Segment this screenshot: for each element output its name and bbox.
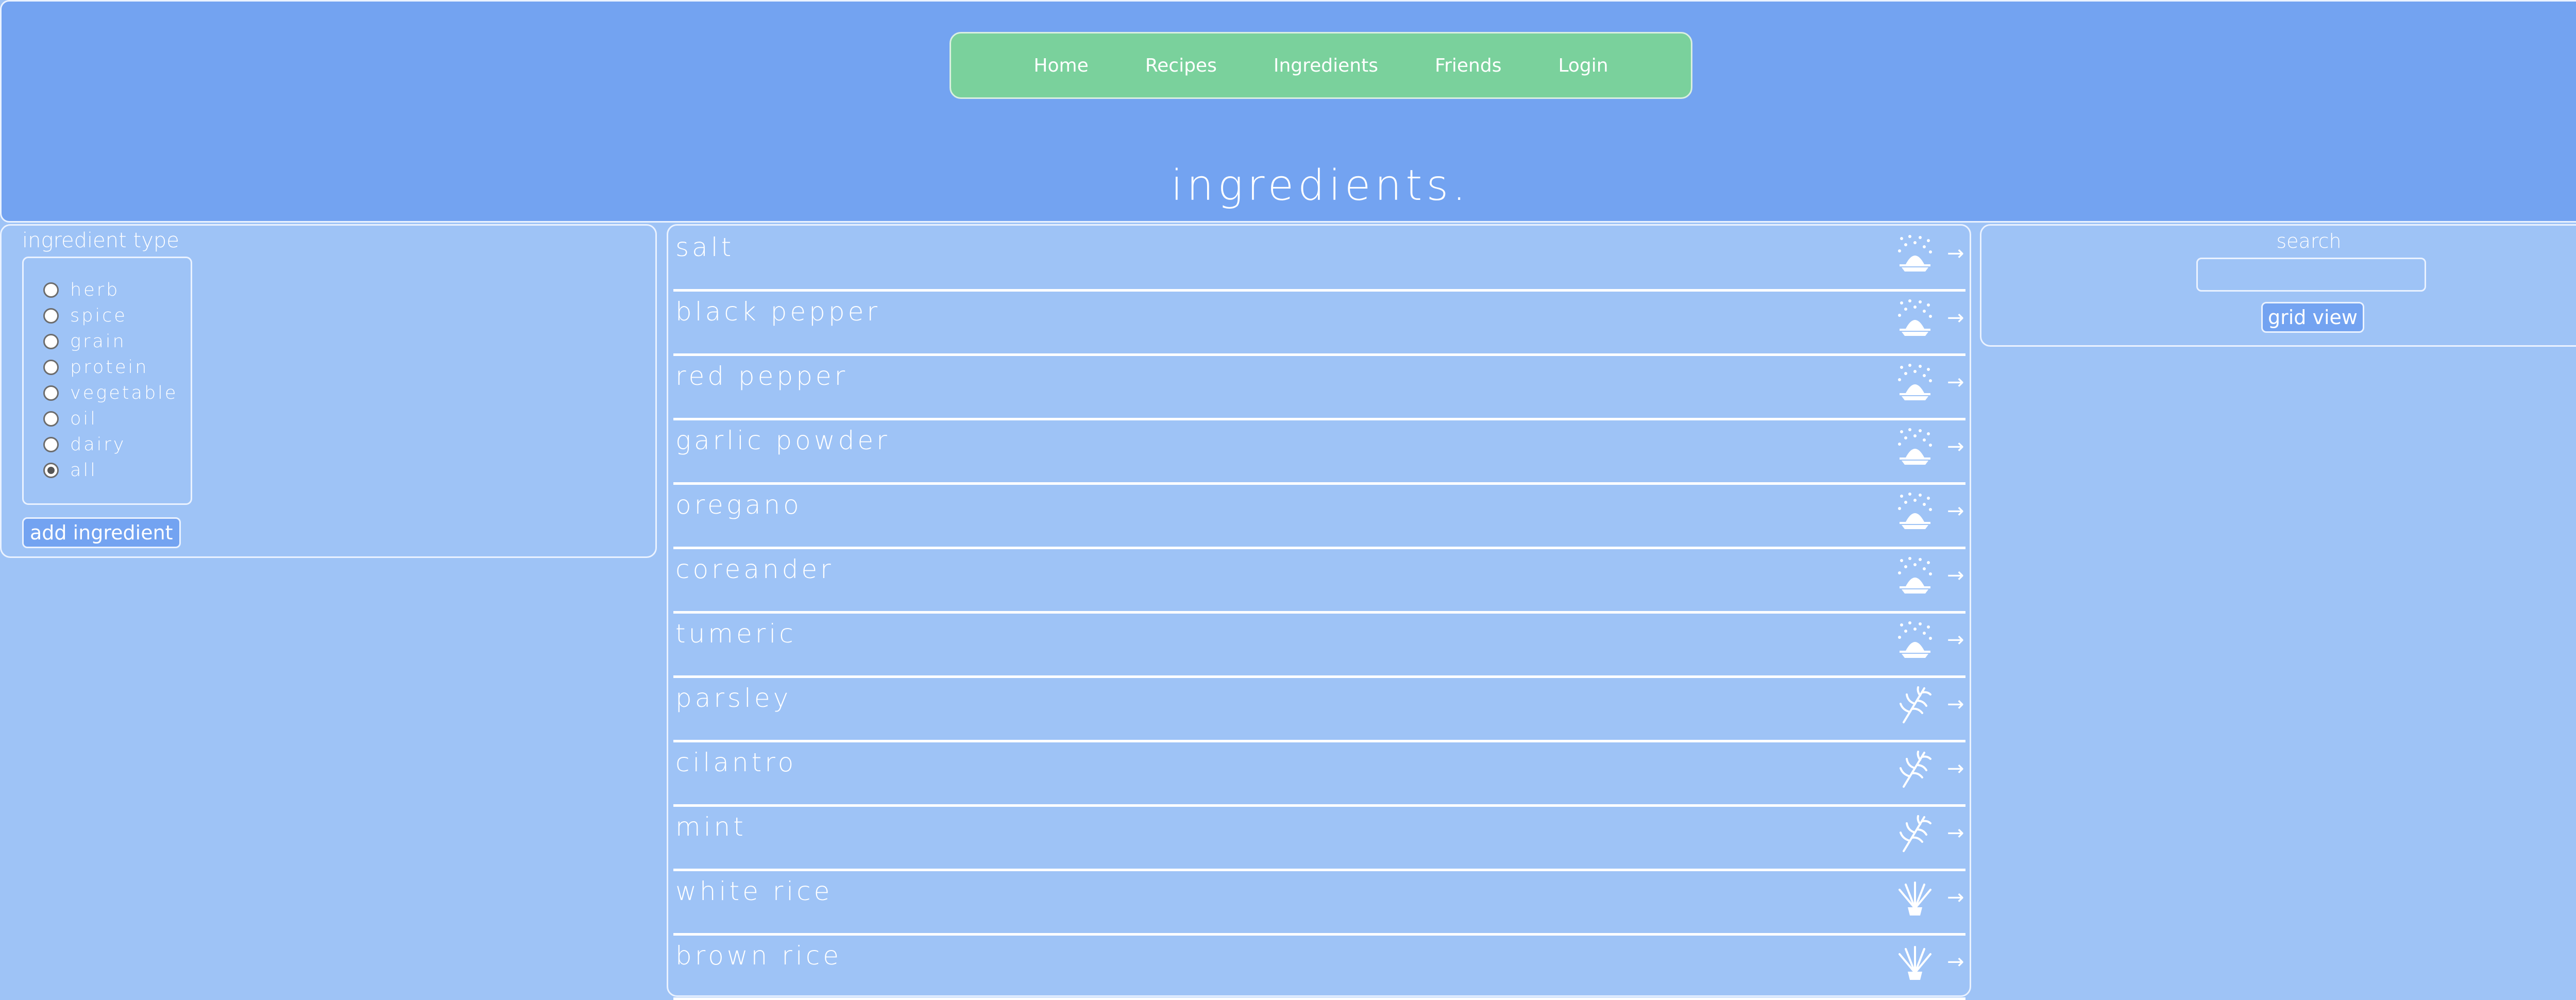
ingredient-row[interactable]: parsley →: [673, 678, 1965, 742]
nav-login-link[interactable]: Login: [1530, 55, 1636, 76]
nav-home-link[interactable]: Home: [1005, 55, 1116, 76]
spice-icon: [1894, 620, 1936, 661]
radio-label: protein: [70, 357, 149, 378]
ingredient-list: salt → black pepper → red pepper → garlic powd…: [667, 224, 1971, 1000]
radio-label: spice: [70, 306, 127, 326]
arrow-right-icon[interactable]: →: [1947, 370, 1964, 394]
ingredient-name: red pepper: [675, 361, 849, 391]
ingredient-name: oregano: [675, 490, 802, 520]
spice-icon: [1894, 298, 1936, 339]
arrow-right-icon[interactable]: →: [1947, 564, 1964, 587]
ingredient-row[interactable]: mint →: [673, 807, 1965, 871]
radio-option-grain[interactable]: grain: [43, 331, 126, 352]
ingredient-row[interactable]: salt →: [673, 227, 1965, 292]
radio-option-protein[interactable]: protein: [43, 357, 148, 378]
radio-label: oil: [70, 409, 97, 429]
ingredient-row[interactable]: garlic powder →: [673, 420, 1965, 485]
radio-option-all[interactable]: all: [43, 460, 97, 481]
spice-icon: [1894, 555, 1936, 597]
radio-button-checked[interactable]: [43, 463, 59, 478]
radio-button[interactable]: [43, 385, 59, 401]
ingredient-row[interactable]: black pepper →: [673, 292, 1965, 356]
ingredient-type-fieldset: herb spice grain protein vegetable oil d…: [22, 257, 192, 505]
arrow-right-icon[interactable]: →: [1947, 757, 1964, 781]
ingredient-name: black pepper: [675, 297, 880, 327]
radio-option-vegetable[interactable]: vegetable: [43, 383, 178, 403]
search-label: search: [2276, 230, 2342, 252]
radio-label: vegetable: [70, 383, 178, 403]
arrow-right-icon[interactable]: →: [1947, 499, 1964, 523]
ingredient-name: parsley: [675, 683, 792, 713]
ingredient-row[interactable]: brown rice →: [673, 936, 1965, 1000]
radio-label: herb: [70, 280, 120, 300]
top-nav: Home Recipes Ingredients Friends Login: [950, 32, 1692, 99]
ingredient-name: salt: [675, 232, 735, 262]
ingredient-name: tumeric: [675, 619, 796, 649]
radio-button[interactable]: [43, 360, 59, 375]
radio-option-spice[interactable]: spice: [43, 306, 127, 326]
arrow-right-icon[interactable]: →: [1947, 242, 1964, 265]
spice-icon: [1894, 362, 1936, 403]
nav-ingredients-link[interactable]: Ingredients: [1245, 55, 1406, 76]
radio-option-herb[interactable]: herb: [43, 280, 120, 300]
arrow-right-icon[interactable]: →: [1947, 692, 1964, 716]
ingredient-row[interactable]: coreander →: [673, 549, 1965, 614]
ingredient-name: brown rice: [675, 941, 842, 971]
filter-panel: ingredient type herb spice grain protein…: [0, 224, 657, 558]
grid-view-button[interactable]: grid view: [2261, 302, 2365, 333]
radio-button[interactable]: [43, 308, 59, 324]
spice-icon: [1894, 427, 1936, 468]
radio-option-dairy[interactable]: dairy: [43, 434, 126, 455]
ingredient-name: coreander: [675, 554, 834, 584]
ingredient-row[interactable]: oregano →: [673, 485, 1965, 549]
radio-label: all: [70, 460, 97, 481]
add-ingredient-button[interactable]: add ingredient: [22, 517, 181, 548]
herb-icon: [1894, 684, 1936, 725]
ingredient-name: mint: [675, 812, 747, 842]
arrow-right-icon[interactable]: →: [1947, 628, 1964, 652]
search-panel: search grid view: [1980, 224, 2576, 347]
ingredient-row[interactable]: cilantro →: [673, 742, 1965, 807]
ingredient-row[interactable]: tumeric →: [673, 614, 1965, 678]
ingredient-name: white rice: [675, 876, 833, 906]
radio-option-oil[interactable]: oil: [43, 409, 97, 429]
radio-button[interactable]: [43, 437, 59, 452]
search-input[interactable]: [2196, 258, 2426, 292]
arrow-right-icon[interactable]: →: [1947, 886, 1964, 909]
radio-button[interactable]: [43, 411, 59, 427]
radio-label: grain: [70, 331, 126, 352]
page-title: ingredients.: [1171, 161, 1470, 210]
nav-recipes-link[interactable]: Recipes: [1117, 55, 1245, 76]
arrow-right-icon[interactable]: →: [1947, 950, 1964, 974]
arrow-right-icon[interactable]: →: [1947, 435, 1964, 459]
radio-button[interactable]: [43, 334, 59, 349]
radio-label: dairy: [70, 434, 126, 455]
spice-icon: [1894, 233, 1936, 275]
radio-button[interactable]: [43, 282, 59, 298]
spice-icon: [1894, 491, 1936, 532]
ingredient-row[interactable]: white rice →: [673, 871, 1965, 936]
header: Home Recipes Ingredients Friends Login i…: [0, 0, 2576, 223]
ingredient-name: cilantro: [675, 748, 797, 777]
arrow-right-icon[interactable]: →: [1947, 821, 1964, 845]
nav-friends-link[interactable]: Friends: [1406, 55, 1530, 76]
herb-icon: [1894, 749, 1936, 790]
grain-icon: [1894, 942, 1936, 983]
filter-legend: ingredient type: [22, 229, 179, 252]
herb-icon: [1894, 813, 1936, 854]
arrow-right-icon[interactable]: →: [1947, 306, 1964, 330]
ingredient-name: garlic powder: [675, 426, 890, 455]
ingredient-row[interactable]: red pepper →: [673, 356, 1965, 420]
grain-icon: [1894, 877, 1936, 919]
